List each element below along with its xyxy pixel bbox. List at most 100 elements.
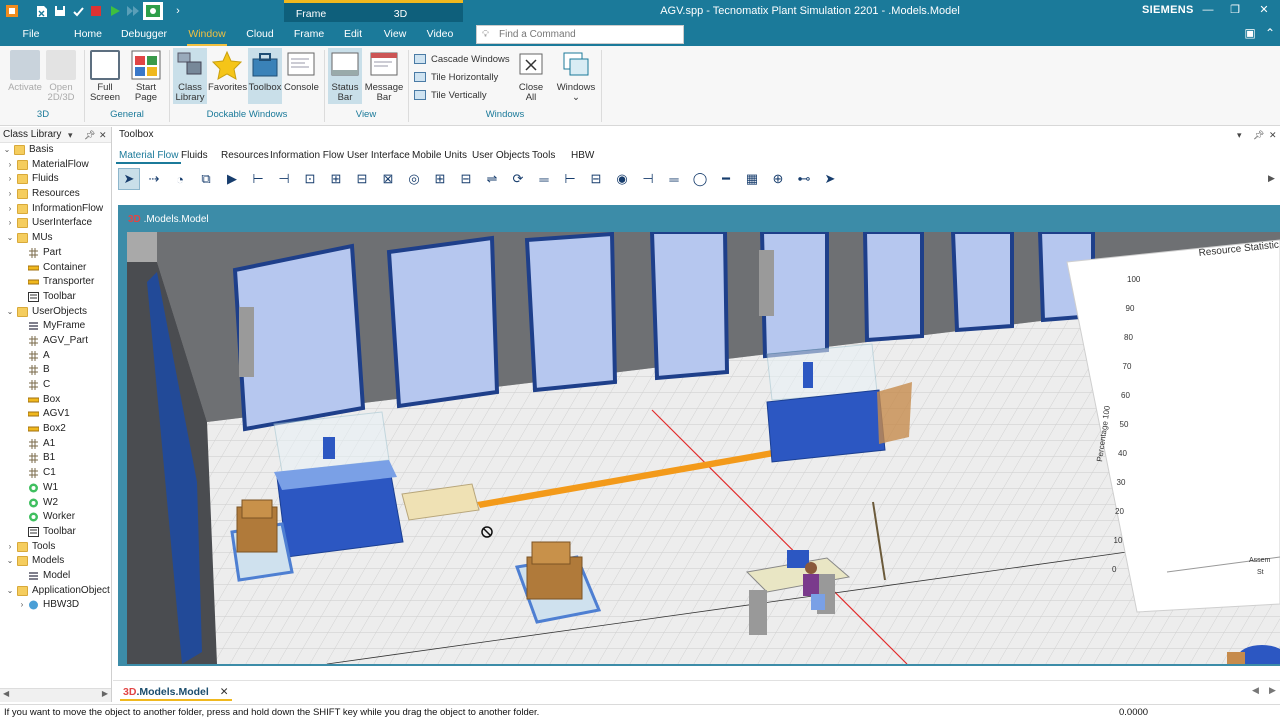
collapse-icon[interactable]: ⌄ bbox=[5, 584, 15, 599]
tree-item[interactable]: › MaterialFlow bbox=[0, 158, 111, 173]
toolbox-tab-hbw[interactable]: HBW bbox=[568, 148, 597, 164]
angular-converter-icon[interactable]: ⊢ bbox=[559, 168, 581, 190]
workplace-icon[interactable]: ➤ bbox=[819, 168, 841, 190]
tab-debugger[interactable]: Debugger bbox=[118, 22, 170, 46]
open-2d3d-button[interactable]: Open 2D/3D bbox=[44, 48, 78, 104]
turntable-icon[interactable]: ◉ bbox=[611, 168, 633, 190]
check-icon[interactable] bbox=[70, 3, 86, 19]
tree-item[interactable]: ⌄ MUs bbox=[0, 231, 111, 246]
tab-cloud[interactable]: Cloud bbox=[242, 22, 278, 46]
tree-item[interactable]: W1 bbox=[0, 481, 111, 496]
tree-item[interactable]: AGV_Part bbox=[0, 334, 111, 349]
tree-item[interactable]: › UserInterface bbox=[0, 216, 111, 231]
tree-item[interactable]: Box2 bbox=[0, 422, 111, 437]
event-controller-icon[interactable] bbox=[143, 2, 163, 20]
storage-rack-icon[interactable]: ⊕ bbox=[767, 168, 789, 190]
frame-icon[interactable]: ⧉ bbox=[195, 168, 217, 190]
tree-item[interactable]: Box bbox=[0, 393, 111, 408]
doc-scroll-left-icon[interactable]: ◀ bbox=[1252, 685, 1259, 696]
minimize-icon[interactable]: — bbox=[1199, 2, 1217, 18]
horizontal-scrollbar[interactable]: ◀ ▶ bbox=[0, 688, 111, 702]
class-library-button[interactable]: Class Library bbox=[173, 48, 207, 104]
3d-scene-viewport[interactable]: Resource Statistic Percentage 100 100 90 8… bbox=[127, 232, 1280, 664]
connector-icon[interactable]: ⇢ bbox=[143, 168, 165, 190]
tree-item[interactable]: MyFrame bbox=[0, 319, 111, 334]
toolbox-tab-fluids[interactable]: Fluids bbox=[178, 148, 211, 164]
tab-file[interactable]: File bbox=[10, 22, 52, 46]
line-icon[interactable]: ═ bbox=[533, 168, 555, 190]
expand-icon[interactable]: › bbox=[5, 216, 15, 231]
status-bar-button[interactable]: Status Bar bbox=[328, 48, 362, 104]
tree-item[interactable]: Part bbox=[0, 246, 111, 261]
tab-window[interactable]: Window bbox=[187, 22, 227, 46]
toolbox-button[interactable]: Toolbox bbox=[248, 48, 282, 104]
tab-edit[interactable]: Edit bbox=[340, 22, 366, 46]
cascade-windows-button[interactable]: Cascade Windows bbox=[414, 51, 510, 68]
stop-icon[interactable] bbox=[88, 3, 104, 19]
more-icon[interactable]: › bbox=[170, 3, 186, 19]
tree-item[interactable]: A1 bbox=[0, 437, 111, 452]
store-icon[interactable]: ⊞ bbox=[429, 168, 451, 190]
two-lane-track-icon[interactable]: ═ bbox=[663, 168, 685, 190]
turnplate-icon[interactable]: ⊟ bbox=[585, 168, 607, 190]
pointer-icon[interactable]: ➤ bbox=[118, 168, 140, 190]
interface-icon[interactable]: ▶ bbox=[221, 168, 243, 190]
doc-scroll-right-icon[interactable]: ▶ bbox=[1269, 685, 1276, 696]
tree-item[interactable]: Model bbox=[0, 569, 111, 584]
tree-item[interactable]: ⌄ Models bbox=[0, 554, 111, 569]
restore-icon[interactable]: ❐ bbox=[1226, 2, 1244, 18]
tab-video[interactable]: Video bbox=[424, 22, 456, 46]
track-icon[interactable]: ⊣ bbox=[637, 168, 659, 190]
tree-item[interactable]: C bbox=[0, 378, 111, 393]
tab-view[interactable]: View bbox=[381, 22, 409, 46]
drain-icon[interactable]: ⊣ bbox=[273, 168, 295, 190]
flow-control-icon[interactable]: ⊷ bbox=[793, 168, 815, 190]
scroll-right-icon[interactable]: ▶ bbox=[102, 689, 108, 698]
doc-tab-model[interactable]: 3D.Models.Model ✕ bbox=[120, 683, 232, 701]
tab-home[interactable]: Home bbox=[68, 22, 108, 46]
collapse-icon[interactable]: ⌄ bbox=[5, 554, 15, 569]
expand-icon[interactable]: › bbox=[17, 598, 27, 613]
tree-item[interactable]: B1 bbox=[0, 451, 111, 466]
pin-icon[interactable]: 📌︎ bbox=[1253, 127, 1264, 143]
scroll-left-icon[interactable]: ◀ bbox=[3, 689, 9, 698]
tree-item[interactable]: Worker bbox=[0, 510, 111, 525]
fast-forward-icon[interactable] bbox=[125, 3, 141, 19]
toolbox-tab-resources[interactable]: Resources bbox=[218, 148, 272, 164]
source-icon[interactable]: ⊢ bbox=[247, 168, 269, 190]
sorter-icon[interactable]: ⇌ bbox=[481, 168, 503, 190]
tree-item[interactable]: ⌄ Basis bbox=[0, 143, 111, 158]
tree-item[interactable]: › InformationFlow bbox=[0, 202, 111, 217]
tree-item[interactable]: B bbox=[0, 363, 111, 378]
toolbox-tab-information-flow[interactable]: Information Flow bbox=[267, 148, 347, 164]
close-icon[interactable]: ✕ bbox=[1255, 2, 1273, 18]
tree-item[interactable]: Toolbar bbox=[0, 525, 111, 540]
tree-item[interactable]: ⌄ ApplicationObject bbox=[0, 584, 111, 599]
pane-close-icon[interactable]: ✕ bbox=[99, 127, 107, 143]
pane-close-icon[interactable]: ✕ bbox=[1269, 127, 1277, 143]
toolbox-tab-material-flow[interactable]: Material Flow bbox=[116, 148, 182, 164]
expand-icon[interactable]: › bbox=[5, 187, 15, 202]
play-icon[interactable] bbox=[107, 3, 123, 19]
turnplate-2-icon[interactable]: ◯ bbox=[689, 168, 711, 190]
toolbox-tab-user-interface[interactable]: User Interface bbox=[344, 148, 413, 164]
pane-menu-icon[interactable]: ▾ bbox=[68, 127, 73, 143]
tab-frame[interactable]: Frame bbox=[290, 22, 328, 46]
doc-tab-close-icon[interactable]: ✕ bbox=[220, 686, 229, 698]
expand-icon[interactable]: › bbox=[5, 202, 15, 217]
dismantle-station-icon[interactable]: ⊠ bbox=[377, 168, 399, 190]
collapse-icon[interactable]: ⌄ bbox=[5, 305, 15, 320]
context-tab-frame[interactable]: Frame bbox=[284, 0, 338, 22]
new-file-icon[interactable] bbox=[34, 3, 50, 19]
full-screen-button[interactable]: Full Screen bbox=[88, 48, 122, 104]
tree-item[interactable]: › Resources bbox=[0, 187, 111, 202]
close-all-button[interactable]: Close All bbox=[514, 48, 548, 104]
expand-icon[interactable]: › bbox=[5, 172, 15, 187]
tree-item[interactable]: › Tools bbox=[0, 540, 111, 555]
tree-item[interactable]: A bbox=[0, 349, 111, 364]
tree-item[interactable]: Container bbox=[0, 261, 111, 276]
cycle-icon[interactable]: ⟳ bbox=[507, 168, 529, 190]
context-tab-3d[interactable]: 3D bbox=[338, 0, 463, 22]
windows-dropdown-button[interactable]: Windows ⌄ bbox=[554, 48, 598, 104]
buffer-icon[interactable]: ⊟ bbox=[455, 168, 477, 190]
